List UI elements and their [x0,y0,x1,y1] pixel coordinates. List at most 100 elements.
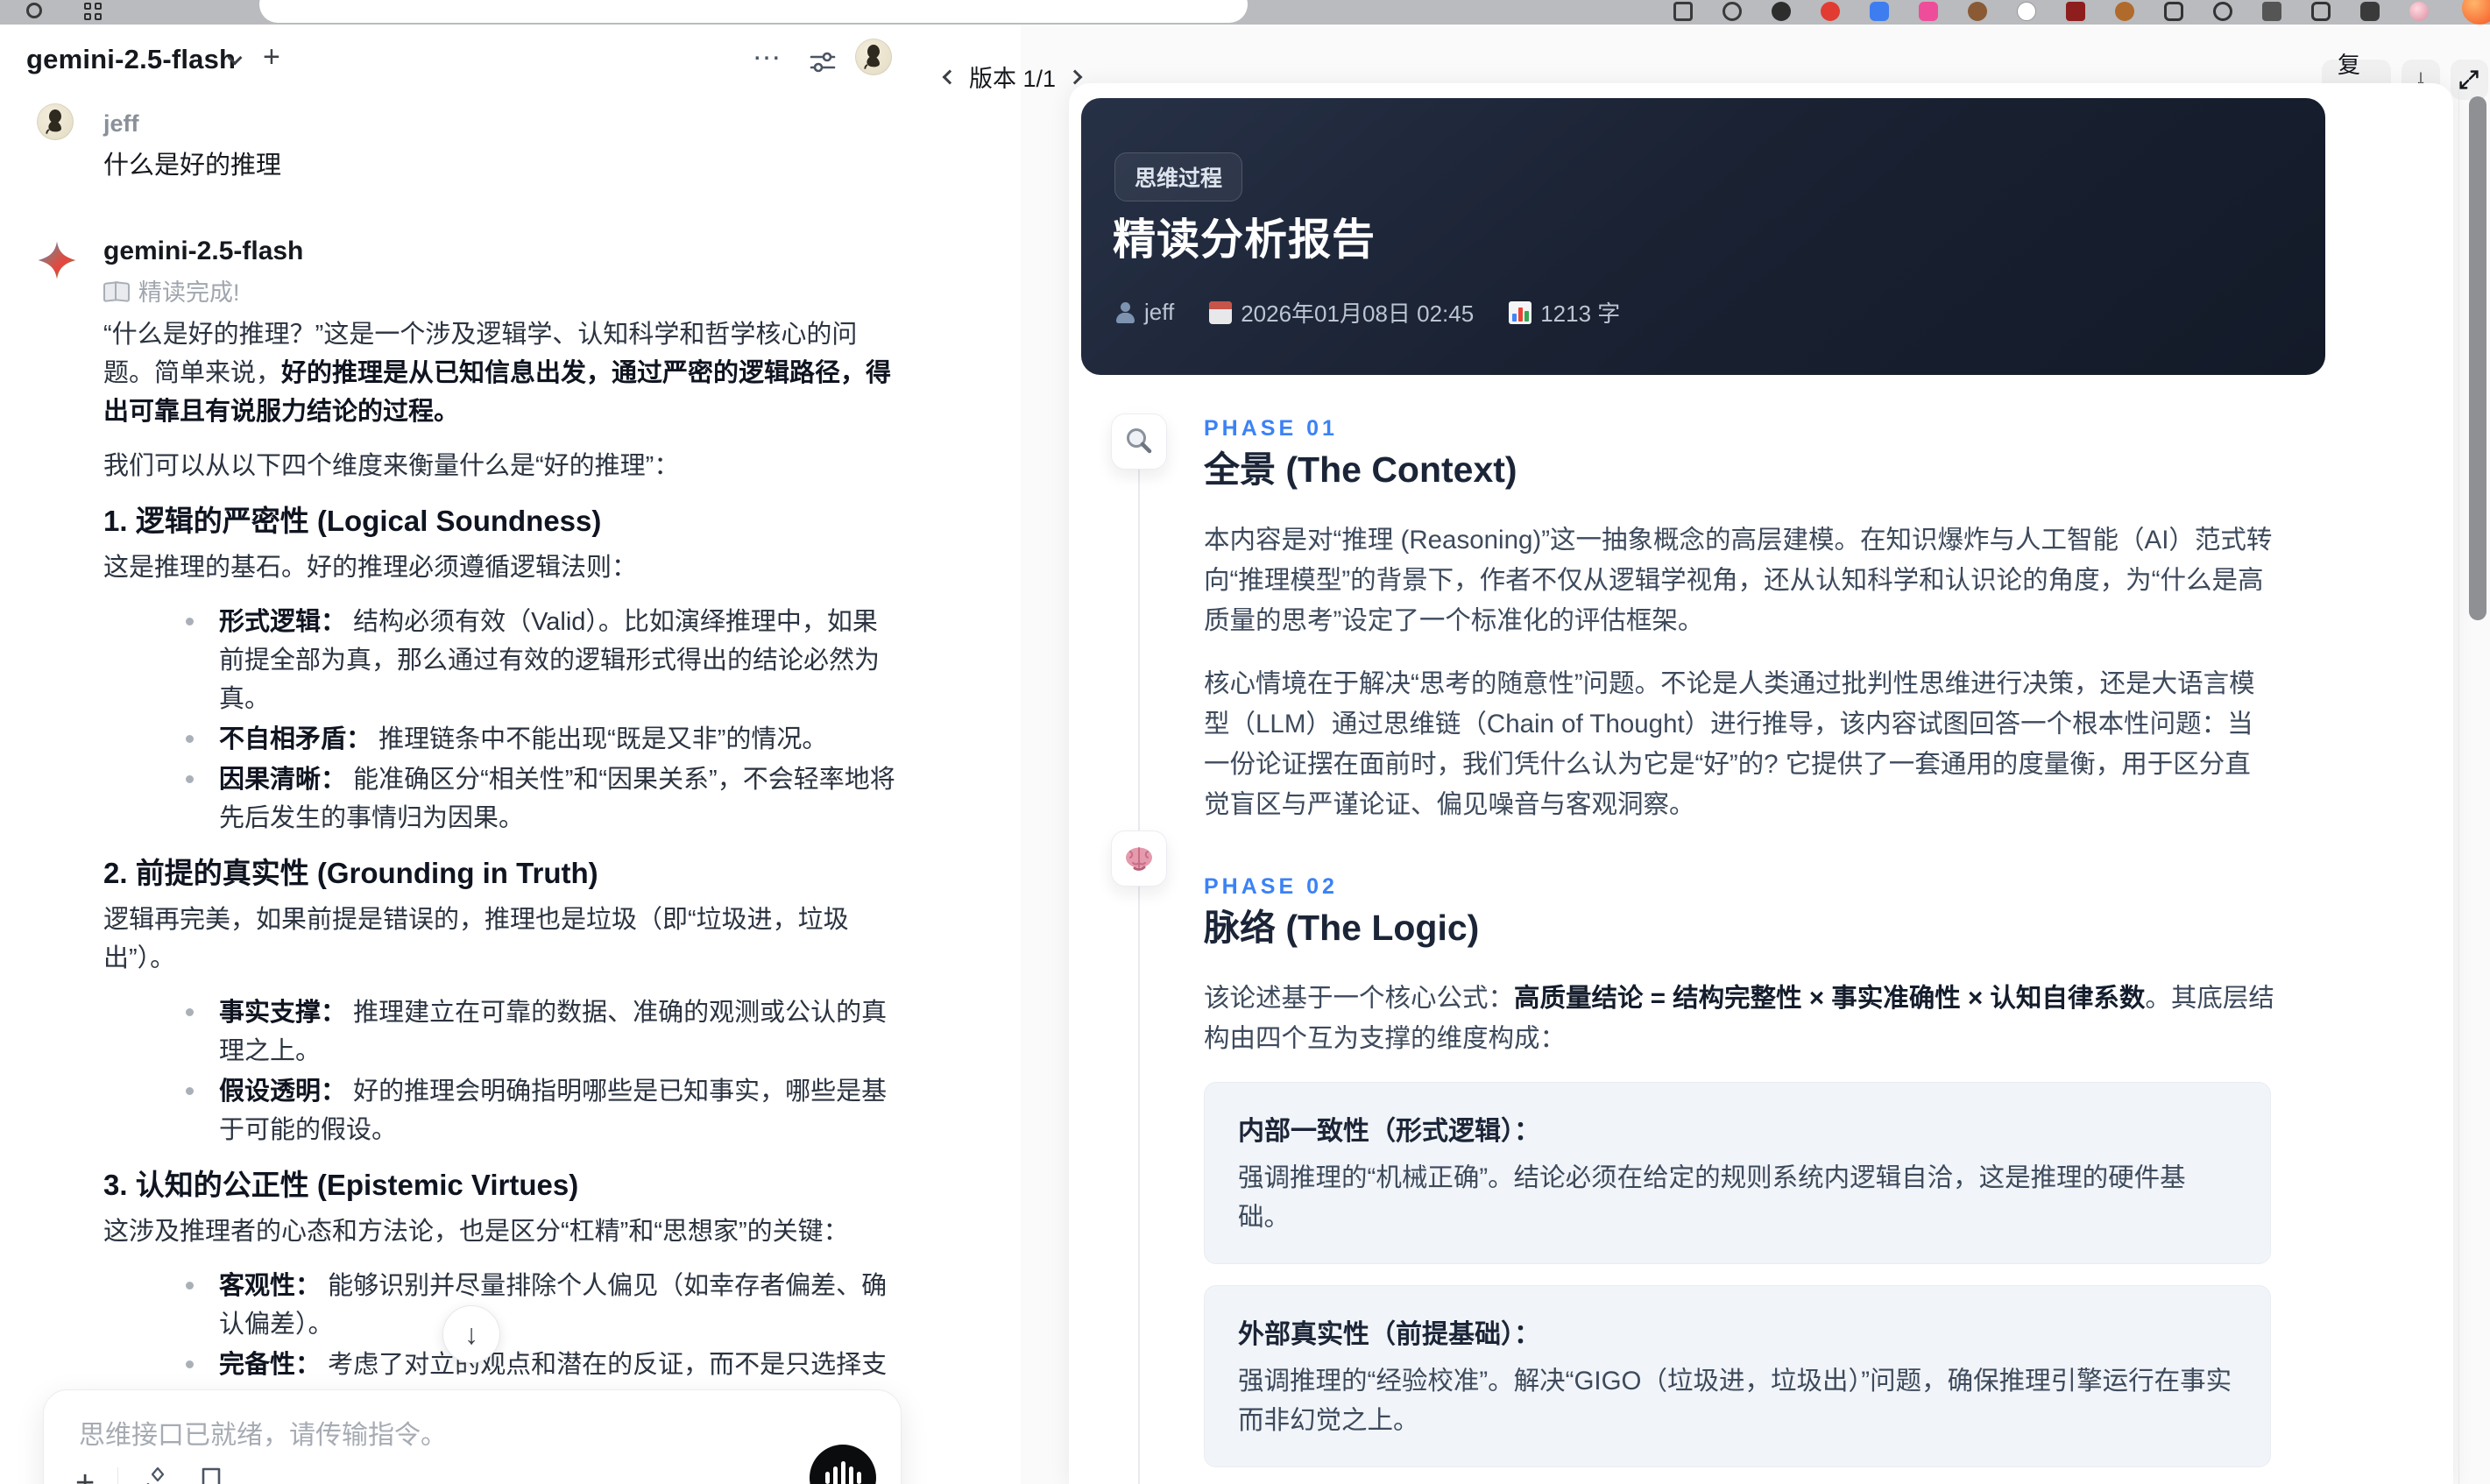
expand-button[interactable] [2450,60,2488,100]
extension-icon[interactable] [2017,2,2036,21]
message-composer[interactable]: 思维接口已就绪，请传输指令。 + [43,1389,902,1484]
card-body: 强调推理的“机械正确”。结论必须在给定的规则系统内逻辑自洽，这是推理的硬件基础。 [1238,1163,2186,1232]
section-lead: 这涉及推理者的心态和方法论，也是区分“杠精”和“思想家”的关键： [103,1218,849,1246]
section-lead: 这是推理的基石。好的推理必须遵循逻辑法则： [103,554,638,582]
calendar-icon [1209,300,1233,324]
reload-icon[interactable] [26,3,42,18]
paragraph: 本内容是对“推理 (Reasoning)”这一抽象概念的高层建模。在知识爆炸与人… [1204,526,2273,635]
gemini-star-icon [37,240,77,280]
timeline-connector [1138,887,1140,1484]
chevron-left-icon[interactable] [942,69,958,84]
phase-label: PHASE 01 [1204,416,1338,441]
bullet-list: 形式逻辑： 结构必须有效（Valid）。比如演绎推理中，如果前提全部为真，那么通… [103,603,896,837]
extension-icon[interactable] [1821,2,1840,21]
phase-1-section: PHASE 01 全景 (The Context) 本内容是对“推理 (Reas… [1204,416,2274,825]
screen: gemini-2.5-flash + … jeff 什么是好的推理 gemini… [0,0,2490,1484]
dimension-card: 外部真实性（前提基础）： 强调推理的“经验校准”。解决“GIGO（垃圾进，垃圾出… [1204,1285,2271,1467]
tune-sliders-icon[interactable] [808,47,838,77]
list-item: 形式逻辑： 结构必须有效（Valid）。比如演绎推理中，如果前提全部为真，那么通… [103,603,896,718]
bullet-list: 事实支撑： 推理建立在可靠的数据、准确的观测或公认的真理之上。 假设透明： 好的… [103,993,896,1149]
chevron-right-icon[interactable] [1067,69,1083,84]
section-heading: 1. 逻辑的严密性 (Logical Soundness) [103,505,602,537]
extension-icon[interactable] [1870,2,1889,21]
scroll-to-bottom-button[interactable]: ↓ [442,1305,500,1363]
version-label: 版本 1/1 [969,66,1057,92]
chat-panel: gemini-2.5-flash + … jeff 什么是好的推理 gemini… [0,25,1021,1484]
assistant-status: 精读完成! [103,273,240,307]
browser-toolbar [0,0,2490,25]
extension-icon[interactable] [1673,2,1693,21]
phase-label: PHASE 02 [1204,874,1338,899]
model-selector[interactable]: gemini-2.5-flash [26,44,236,75]
thinking-process-badge: 思维过程 [1114,152,1243,201]
section-heading: 2. 前提的真实性 (Grounding in Truth) [103,857,598,889]
list-item: 因果清晰： 能准确区分“相关性”和“因果关系”，不会轻率地将先后发生的事情归为因… [103,760,896,837]
divider [117,1467,119,1484]
arrow-down-icon: ↓ [464,1318,478,1350]
bookmark-icon[interactable] [197,1466,225,1484]
phase-title: 全景 (The Context) [1204,449,1517,490]
extension-icon[interactable] [1772,2,1791,21]
extension-icon[interactable] [2115,2,2134,21]
extension-icon[interactable] [2311,2,2331,21]
extension-icon[interactable] [1919,2,1938,21]
report-header: 思维过程 精读分析报告 jeff 2026年01月08日 02:45 1213 … [1081,98,2325,375]
dimension-card: 内部一致性（形式逻辑）： 强调推理的“机械正确”。结论必须在给定的规则系统内逻辑… [1204,1082,2271,1264]
section-lead: 逻辑再完美，如果前提是错误的，推理也是垃圾（即“垃圾进，垃圾出”）。 [103,906,849,972]
extension-icon[interactable] [1968,2,1987,21]
word-count: 1213 字 [1540,300,1621,327]
waveform-icon [824,1472,830,1484]
user-name: jeff [103,110,139,137]
extension-icon[interactable] [1722,2,1742,21]
brain-icon [1111,830,1167,887]
magnifier-icon [1111,413,1167,470]
composer-placeholder[interactable]: 思维接口已就绪，请传输指令。 [79,1413,447,1452]
user-message: jeff 什么是好的推理 [37,103,281,180]
author: jeff [1144,299,1175,325]
extension-icon[interactable] [2262,2,2281,21]
list-item: 事实支撑： 推理建立在可靠的数据、准确的观测或公认的真理之上。 [103,993,896,1071]
more-options-button[interactable]: … [752,33,783,67]
voice-input-button[interactable] [810,1445,876,1484]
card-title: 外部真实性（前提基础）： [1238,1320,1540,1349]
list-item: 假设透明： 好的推理会明确指明哪些是已知事实，哪些是基于可能的假设。 [103,1072,896,1149]
chat-header: gemini-2.5-flash + … [0,25,1021,103]
dimension-line: 我们可以从以下四个维度来衡量什么是“好的推理”： [103,452,680,480]
report-body: PHASE 01 全景 (The Context) 本内容是对“推理 (Reas… [1204,416,2274,1484]
date: 2026年01月08日 02:45 [1241,300,1475,327]
extension-icon[interactable] [2164,2,2183,21]
intro-paragraph: “什么是好的推理？”这是一个涉及逻辑学、认知科学和哲学核心的问题。简单来说，好的… [103,321,892,426]
timeline-connector [1138,470,1140,830]
dimension-cards: 内部一致性（形式逻辑）： 强调推理的“机械正确”。结论必须在给定的规则系统内逻辑… [1204,1082,2274,1484]
assistant-name: gemini-2.5-flash [103,237,304,265]
user-message-text: 什么是好的推理 [103,152,282,180]
phase-2-section: PHASE 02 脉络 (The Logic) 该论述基于一个核心公式：高质量结… [1204,874,2274,1484]
sparkle-diamonds-icon[interactable] [141,1466,174,1484]
browser-corner-badge[interactable] [2462,0,2490,25]
open-book-icon [103,282,130,300]
extension-icon[interactable] [2066,2,2085,21]
extension-icon[interactable] [2213,2,2232,21]
profile-avatar-icon[interactable] [2409,2,2429,21]
extension-icons-row [1673,2,2429,21]
composer-toolbar: + [75,1466,225,1484]
apps-grid-icon[interactable] [84,3,102,20]
card-body: 强调推理的“经验校准”。解决“GIGO（垃圾进，垃圾出）”问题，确保推理引擎运行… [1238,1367,2232,1435]
expand-icon [2459,70,2479,89]
extension-icon[interactable] [2360,2,2380,21]
window-scrollbar[interactable] [2469,96,2486,620]
app-window: gemini-2.5-flash + … jeff 什么是好的推理 gemini… [0,25,2490,1484]
attach-plus-button[interactable]: + [75,1466,95,1484]
paragraph: 核心情境在于解决“思考的随意性”问题。不论是人类通过批判性思维进行决策，还是大语… [1204,669,2255,819]
list-item: 不自相矛盾： 推理链条中不能出现“既是又非”的情况。 [103,720,896,759]
user-avatar [37,103,74,140]
new-chat-button[interactable]: + [263,40,280,74]
bar-chart-icon [1509,300,1532,324]
user-avatar[interactable] [855,39,892,75]
card-title: 内部一致性（形式逻辑）： [1238,1117,1540,1146]
status-text: 精读完成! [138,279,240,306]
report-title: 精读分析报告 [1113,216,1376,264]
version-navigator: 版本 1/1 [942,60,1083,94]
formula-paragraph: 该论述基于一个核心公式：高质量结论 = 结构完整性 × 事实准确性 × 认知自律… [1204,984,2274,1053]
address-bar-fragment[interactable] [259,0,1248,23]
